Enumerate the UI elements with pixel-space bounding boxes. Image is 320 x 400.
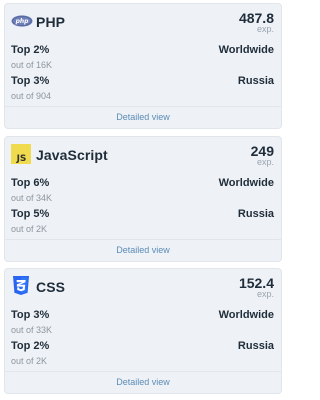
rank-region: Worldwide [218, 309, 274, 321]
card-divider [5, 106, 281, 107]
card-header: CSS 152.4 exp. [5, 269, 281, 303]
detailed-view-link[interactable]: Detailed view [5, 112, 281, 122]
language-name: JavaScript [36, 147, 108, 163]
rank-total: out of 34K [11, 193, 53, 203]
experience-unit: exp. [256, 289, 274, 299]
rank-percentile: Top 2% [11, 44, 50, 56]
rank-percentile: Top 5% [11, 208, 50, 220]
detailed-view-link[interactable]: Detailed view [5, 245, 281, 255]
rank-region: Worldwide [218, 44, 274, 56]
svg-text:JS: JS [16, 154, 27, 164]
experience-unit: exp. [256, 157, 274, 167]
rank-total: out of 33K [11, 325, 53, 335]
css3-logo-icon [11, 276, 31, 296]
rank-percentile: Top 3% [11, 75, 50, 87]
rank-percentile: Top 6% [11, 177, 50, 189]
rank-total: out of 2K [11, 224, 48, 234]
rank-total: out of 16K [11, 60, 53, 70]
language-card-css: CSS 152.4 exp. Top 3% out of 33K Worldwi… [4, 268, 282, 394]
rank-row-worldwide: Top 2% out of 16K Worldwide [11, 44, 274, 70]
rank-row-worldwide: Top 6% out of 34K Worldwide [11, 177, 274, 203]
rank-region: Russia [237, 340, 274, 352]
detailed-view-link[interactable]: Detailed view [5, 377, 281, 387]
javascript-logo-icon: JS [11, 144, 31, 164]
rank-region: Worldwide [218, 177, 274, 189]
language-name: CSS [36, 279, 66, 295]
svg-text:php: php [15, 18, 30, 25]
php-logo-icon: php [11, 11, 33, 31]
experience-unit: exp. [256, 24, 274, 34]
rank-region: Russia [237, 208, 274, 220]
rank-region: Russia [237, 75, 274, 87]
rank-row-country: Top 5% out of 2K Russia [11, 208, 274, 234]
rank-total: out of 2K [11, 356, 48, 366]
rank-row-country: Top 3% out of 904 Russia [11, 75, 274, 101]
card-header: JS JavaScript 249 exp. [5, 137, 281, 171]
card-divider [5, 371, 281, 372]
rank-total: out of 904 [11, 91, 52, 101]
language-card-javascript: JS JavaScript 249 exp. Top 6% out of 34K… [4, 136, 282, 262]
rank-percentile: Top 2% [11, 340, 50, 352]
rank-row-country: Top 2% out of 2K Russia [11, 340, 274, 366]
card-header: php PHP 487.8 exp. [5, 4, 281, 38]
card-divider [5, 239, 281, 240]
language-name: PHP [36, 14, 66, 30]
language-stats-list: php PHP 487.8 exp. Top 2% out of 16K Wor… [0, 0, 286, 400]
rank-row-worldwide: Top 3% out of 33K Worldwide [11, 309, 274, 335]
language-card-php: php PHP 487.8 exp. Top 2% out of 16K Wor… [4, 3, 282, 129]
rank-percentile: Top 3% [11, 309, 50, 321]
